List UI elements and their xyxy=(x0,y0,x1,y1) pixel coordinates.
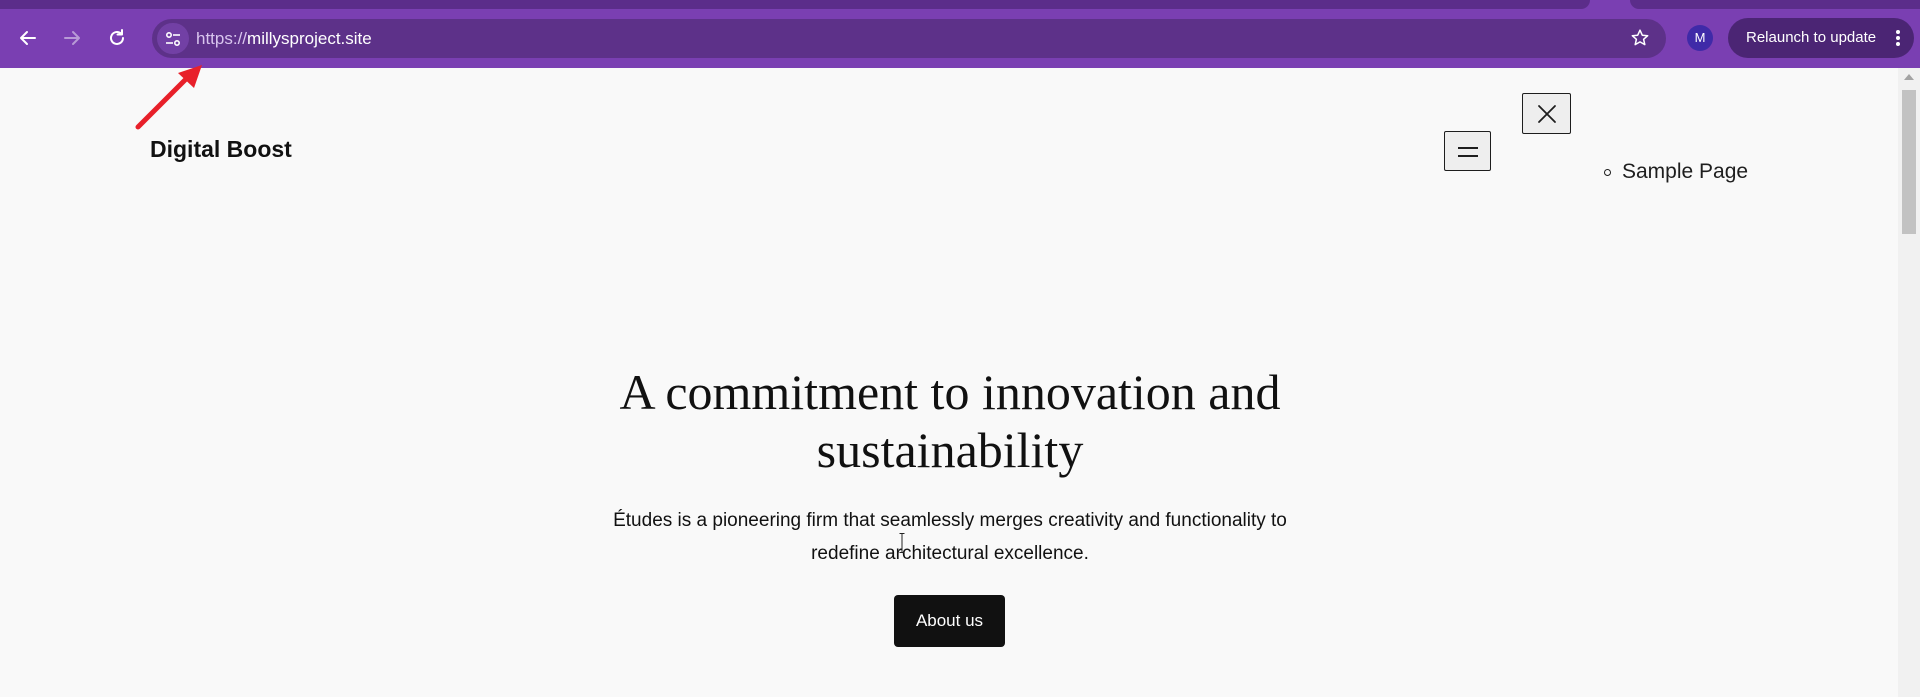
relaunch-label: Relaunch to update xyxy=(1746,29,1877,46)
star-icon xyxy=(1631,29,1649,46)
url-host: millysproject.site xyxy=(247,29,372,48)
forward-arrow-icon xyxy=(64,31,80,45)
scroll-up-arrow-icon[interactable] xyxy=(1904,74,1914,80)
back-arrow-icon xyxy=(20,31,36,45)
tab-strip-right[interactable] xyxy=(1630,0,1920,9)
bookmark-button[interactable] xyxy=(1628,26,1652,50)
profile-avatar[interactable]: M xyxy=(1687,25,1713,51)
forward-button[interactable] xyxy=(56,22,88,54)
url-scheme: https:// xyxy=(196,29,248,48)
page-scrollbar[interactable] xyxy=(1898,68,1920,697)
url-text[interactable]: https://millysproject.site xyxy=(196,19,372,58)
reload-icon xyxy=(110,29,124,45)
relaunch-button[interactable]: Relaunch to update xyxy=(1728,18,1914,58)
tune-icon xyxy=(165,31,181,46)
hamburger-bar xyxy=(1458,155,1478,157)
scrollbar-thumb[interactable] xyxy=(1902,90,1916,234)
hamburger-bar xyxy=(1458,147,1478,149)
tab-strip[interactable] xyxy=(0,0,1590,9)
menu-open-button[interactable] xyxy=(1444,131,1491,171)
bullet-icon xyxy=(1604,168,1611,176)
address-bar[interactable]: https://millysproject.site xyxy=(152,19,1666,58)
annotation-arrow-icon xyxy=(135,65,202,130)
navigation-menu: Sample Page xyxy=(1604,160,1748,184)
menu-link-sample-page[interactable]: Sample Page xyxy=(1622,160,1748,184)
menu-close-button[interactable] xyxy=(1522,93,1571,134)
menu-item: Sample Page xyxy=(1604,160,1748,184)
site-info-button[interactable] xyxy=(157,23,189,54)
back-button[interactable] xyxy=(12,22,44,54)
close-icon xyxy=(1537,104,1556,123)
hero-description: Études is a pioneering firm that seamles… xyxy=(613,510,1287,564)
text-cursor-icon xyxy=(899,533,905,553)
hero-heading: A commitment to innovation and sustainab… xyxy=(619,364,1281,478)
more-menu-icon[interactable] xyxy=(1896,30,1900,46)
site-title[interactable]: Digital Boost xyxy=(150,136,292,163)
browser-toolbar: https://millysproject.site M Relaunch to… xyxy=(0,0,1920,68)
about-us-button[interactable]: About us xyxy=(894,595,1005,647)
reload-button[interactable] xyxy=(101,22,133,54)
